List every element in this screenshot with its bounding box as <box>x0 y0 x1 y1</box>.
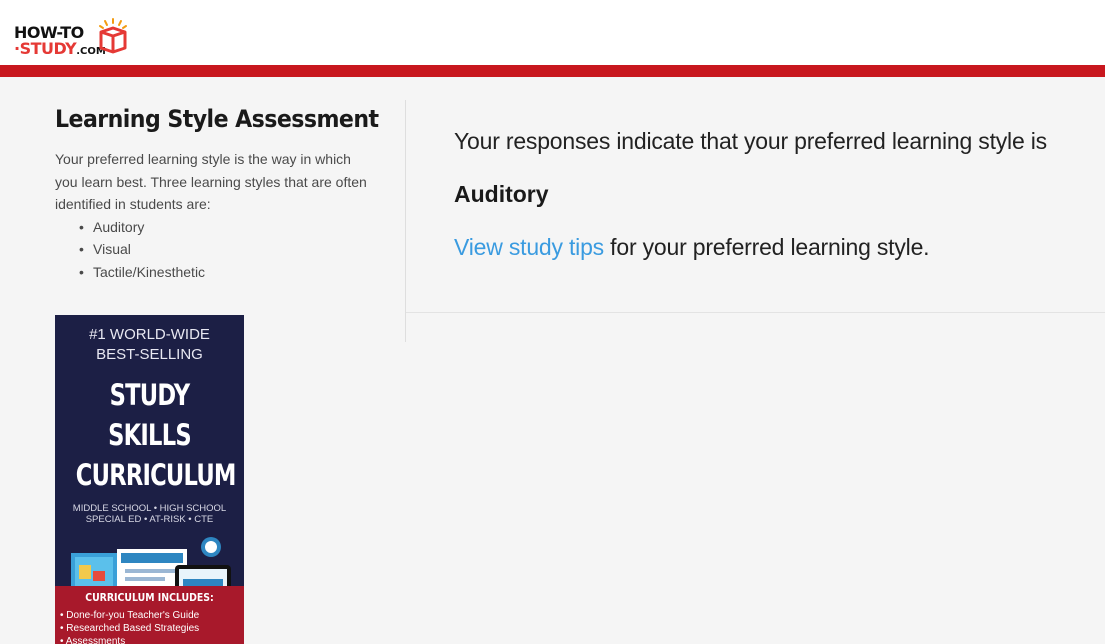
list-item: Auditory <box>79 216 385 239</box>
study-tips-suffix: for your preferred learning style. <box>603 234 930 260</box>
logo-line-2-text: ·STUDY <box>14 39 77 58</box>
list-item: Done-for-you Teacher's Guide <box>60 609 244 622</box>
list-item: Assessments <box>60 635 244 644</box>
ad-includes-heading: CURRICULUM INCLUDES: <box>85 591 214 604</box>
ad-sub-line-2: SPECIAL ED • AT-RISK • CTE <box>85 514 214 525</box>
list-item: Visual <box>79 238 385 261</box>
sidebar-intro: Your preferred learning style is the way… <box>55 151 367 212</box>
study-tips-line: View study tips for your preferred learn… <box>454 234 1094 261</box>
ad-title-line-1: STUDY SKILLS <box>108 378 191 452</box>
list-item: Researched Based Strategies <box>60 622 244 635</box>
ad-top-line-1: #1 WORLD-WIDE <box>89 326 210 343</box>
list-item: Tactile/Kinesthetic <box>79 261 385 284</box>
site-header: HOW-TO ·STUDY.COM <box>0 0 1105 65</box>
ad-includes-section: CURRICULUM INCLUDES: Done-for-you Teache… <box>55 586 244 644</box>
result-learning-style: Auditory <box>454 181 549 207</box>
sidebar-title: Learning Style Assessment <box>55 105 379 133</box>
book-logo-icon <box>99 18 127 54</box>
ad-title: STUDY SKILLS CURRICULUM <box>75 375 237 495</box>
site-logo[interactable]: HOW-TO ·STUDY.COM <box>14 12 130 60</box>
header-red-bar <box>0 65 1105 77</box>
ad-top-line-2: BEST-SELLING <box>96 346 203 363</box>
ad-title-line-2: CURRICULUM <box>75 458 237 492</box>
result-panel: Your responses indicate that your prefer… <box>454 128 1094 261</box>
logo-line-2: ·STUDY.COM <box>14 39 106 58</box>
ad-subtitle: MIDDLE SCHOOL • HIGH SCHOOL SPECIAL ED •… <box>55 503 244 525</box>
horizontal-divider <box>406 312 1105 313</box>
result-intro: Your responses indicate that your prefer… <box>454 128 1047 154</box>
view-study-tips-link[interactable]: View study tips <box>454 234 604 260</box>
ad-includes-list: Done-for-you Teacher's Guide Researched … <box>60 609 244 644</box>
learning-styles-list: Auditory Visual Tactile/Kinesthetic <box>79 216 385 284</box>
ad-sub-line-1: MIDDLE SCHOOL • HIGH SCHOOL <box>72 503 227 514</box>
sidebar: Learning Style Assessment Your preferred… <box>55 105 385 283</box>
vertical-divider <box>405 100 406 342</box>
curriculum-ad-banner[interactable]: #1 WORLD-WIDE BEST-SELLING STUDY SKILLS … <box>55 315 244 644</box>
ad-top-text: #1 WORLD-WIDE BEST-SELLING <box>55 325 244 365</box>
